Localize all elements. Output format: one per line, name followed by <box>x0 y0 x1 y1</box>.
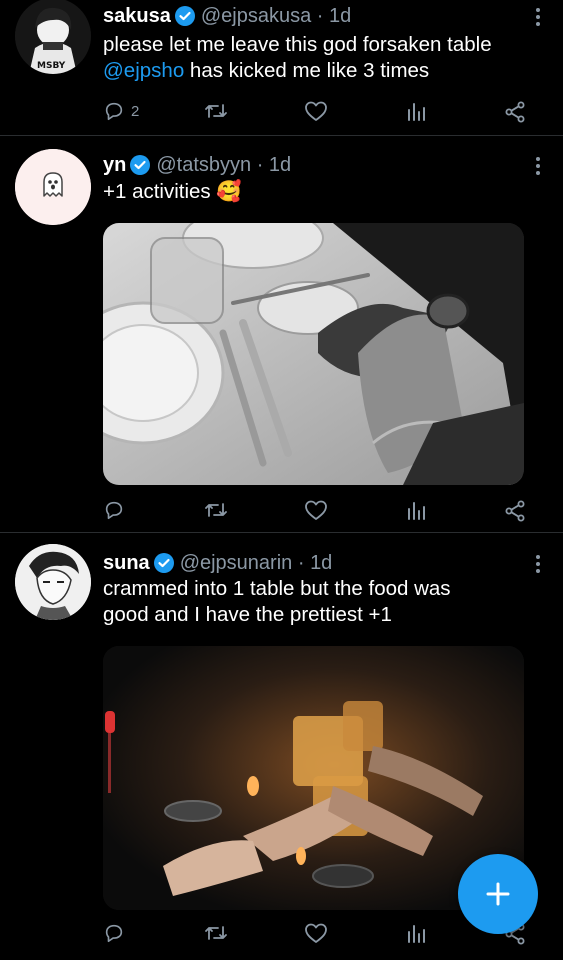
analytics-button[interactable] <box>405 499 427 521</box>
tweet-sakusa[interactable]: MSBY sakusa @ejpsakusa · 1d please let m… <box>0 0 563 136</box>
analytics-icon <box>408 925 425 943</box>
compose-tweet-button[interactable] <box>458 854 538 934</box>
more-icon[interactable] <box>535 8 541 29</box>
like-button[interactable] <box>304 922 328 944</box>
share-icon <box>505 500 525 522</box>
like-icon <box>305 101 327 121</box>
separator-dot: · <box>311 5 329 27</box>
tweet-header: yn @tatsbyyn · 1d <box>103 153 291 177</box>
like-button[interactable] <box>304 100 328 122</box>
retweet-icon <box>205 503 227 517</box>
tweet-yn[interactable]: yn @tatsbyyn · 1d +1 activities 🥰 <box>0 137 563 533</box>
display-name[interactable]: yn <box>103 153 126 177</box>
tweet-text: crammed into 1 table but the food was go… <box>103 576 543 628</box>
tweet-header: suna @ejpsunarin · 1d <box>103 551 332 575</box>
tweet-text-rest: has kicked me like 3 times <box>184 59 430 82</box>
avatar[interactable] <box>15 149 91 225</box>
verified-badge-icon <box>130 155 151 175</box>
reply-icon <box>105 102 123 121</box>
separator-dot: · <box>251 154 269 176</box>
tweet-header: sakusa @ejpsakusa · 1d <box>103 4 351 28</box>
reply-count: 2 <box>131 102 140 120</box>
retweet-button[interactable] <box>203 100 229 122</box>
action-bar <box>103 499 529 525</box>
action-bar <box>103 922 529 948</box>
reply-button[interactable]: 2 <box>103 100 139 122</box>
like-icon <box>305 923 327 943</box>
analytics-icon <box>408 103 425 121</box>
tweet-time[interactable]: 1d <box>329 4 351 28</box>
analytics-icon <box>408 502 425 520</box>
display-name[interactable]: sakusa <box>103 4 171 28</box>
action-bar: 2 <box>103 100 529 126</box>
more-icon[interactable] <box>535 157 541 178</box>
share-icon <box>505 101 525 123</box>
tweet-photo[interactable] <box>103 223 524 485</box>
compose-icon <box>486 882 510 906</box>
retweet-button[interactable] <box>203 922 229 944</box>
retweet-button[interactable] <box>203 499 229 521</box>
tweet-text: +1 activities 🥰 <box>103 180 242 203</box>
analytics-button[interactable] <box>405 100 427 122</box>
tweet-time[interactable]: 1d <box>269 153 291 177</box>
tweet-photo[interactable] <box>103 646 524 910</box>
tweet-text-line1: please let me leave this god forsaken ta… <box>103 33 492 56</box>
reply-button[interactable] <box>103 499 125 521</box>
reply-icon <box>105 924 123 943</box>
avatar[interactable]: MSBY <box>15 0 91 74</box>
tweet-text-line1: crammed into 1 table but the food was <box>103 577 451 600</box>
share-button[interactable] <box>503 499 527 523</box>
tweet-text-line2: good and I have the prettiest +1 <box>103 603 392 626</box>
share-button[interactable] <box>503 100 527 124</box>
more-icon[interactable] <box>535 555 541 576</box>
tweet-time[interactable]: 1d <box>310 551 332 575</box>
like-button[interactable] <box>304 499 328 521</box>
analytics-button[interactable] <box>405 922 427 944</box>
mention-link[interactable]: @ejpsho <box>103 59 184 82</box>
separator-dot: · <box>292 552 311 574</box>
reply-icon <box>105 501 123 520</box>
verified-badge-icon <box>174 6 195 26</box>
display-name[interactable]: suna <box>103 551 150 575</box>
svg-text:MSBY: MSBY <box>37 61 66 71</box>
retweet-icon <box>205 104 227 118</box>
tweet-text: please let me leave this god forsaken ta… <box>103 32 543 84</box>
avatar[interactable] <box>15 544 91 620</box>
user-handle[interactable]: @ejpsunarin <box>180 551 293 575</box>
retweet-icon <box>205 926 227 940</box>
reply-button[interactable] <box>103 922 125 944</box>
user-handle[interactable]: @tatsbyyn <box>156 153 251 177</box>
user-handle[interactable]: @ejpsakusa <box>201 4 311 28</box>
verified-badge-icon <box>153 553 174 573</box>
like-icon <box>305 500 327 520</box>
